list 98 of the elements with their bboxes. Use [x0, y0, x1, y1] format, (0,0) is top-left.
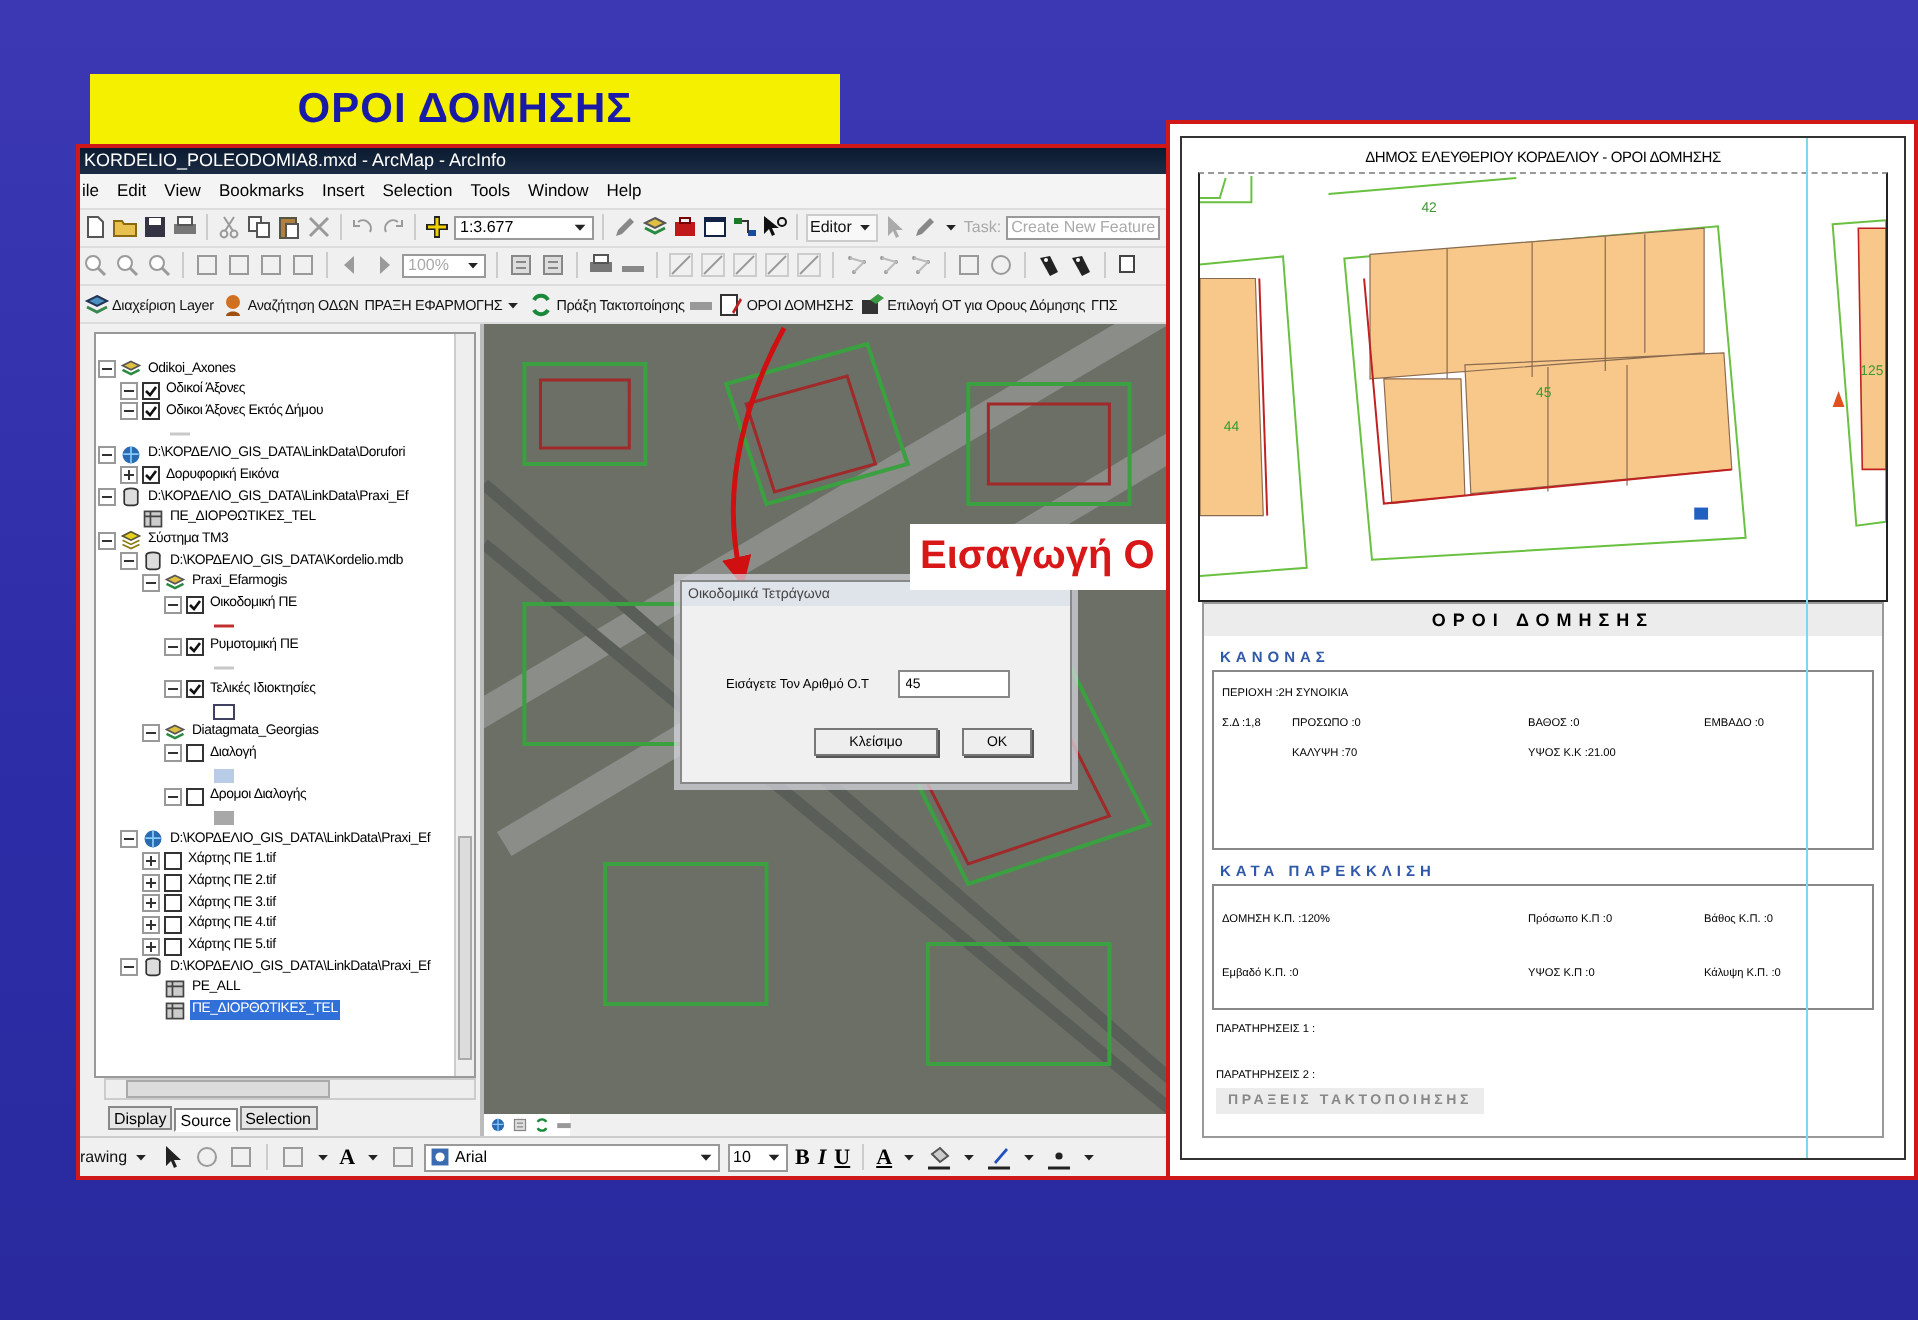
layers-icon: [84, 291, 110, 318]
magnifier-icon[interactable]: [82, 252, 108, 279]
expander-icon[interactable]: [164, 595, 182, 614]
callout-text: Εισαγωγή Ο: [920, 534, 1155, 580]
menu-item[interactable]: Selection: [380, 180, 455, 201]
expander-icon[interactable]: [142, 894, 160, 913]
expander-icon[interactable]: [142, 851, 160, 870]
tab[interactable]: Display: [108, 1106, 173, 1131]
menu-item[interactable]: Help: [604, 180, 644, 201]
editor-menu[interactable]: Editor: [806, 213, 878, 242]
task-label: Task:: [963, 218, 1002, 237]
checkbox[interactable]: [164, 873, 182, 892]
font-size-field[interactable]: 10: [727, 1143, 788, 1172]
magnifier-icon[interactable]: [146, 252, 172, 279]
expander-icon[interactable]: [142, 873, 160, 892]
expander-icon[interactable]: [120, 552, 138, 571]
table-icon: [142, 505, 164, 532]
expander-icon[interactable]: [120, 830, 138, 849]
tag-icon[interactable]: [1068, 252, 1094, 279]
menu-item[interactable]: View: [162, 180, 203, 201]
expander-icon[interactable]: [120, 381, 138, 400]
save-icon[interactable]: [142, 214, 168, 241]
expander-icon[interactable]: [142, 915, 160, 934]
pencil-icon[interactable]: [911, 214, 938, 241]
new-file-icon[interactable]: [82, 214, 108, 241]
expander-icon[interactable]: [120, 402, 138, 421]
cycle-icon: [528, 291, 555, 318]
expander-icon[interactable]: [164, 637, 182, 656]
page-icon[interactable]: [508, 252, 534, 279]
checkbox[interactable]: [164, 915, 182, 934]
magnifier-icon[interactable]: [114, 252, 140, 279]
menu-item[interactable]: Window: [526, 180, 591, 201]
scale-field[interactable]: 1:3.677: [454, 215, 594, 240]
style-button[interactable]: I: [817, 1145, 827, 1170]
tag-icon[interactable]: [1036, 252, 1062, 279]
expander-icon[interactable]: [98, 488, 116, 507]
fill-color-icon[interactable]: [926, 1144, 953, 1171]
slide-title: ΟΡΟΙ ΔΟΜΗΣΗΣ: [297, 85, 633, 133]
checkbox[interactable]: [164, 894, 182, 913]
expander-icon[interactable]: [120, 958, 138, 977]
font-color-button[interactable]: A: [876, 1145, 893, 1170]
expander-icon[interactable]: [98, 360, 116, 379]
page-icon[interactable]: [540, 252, 566, 279]
expander-icon[interactable]: [142, 937, 160, 956]
checkbox[interactable]: [186, 637, 204, 656]
checkbox[interactable]: [142, 402, 160, 421]
checkbox[interactable]: [164, 937, 182, 956]
checkbox[interactable]: [186, 744, 204, 763]
menu-item[interactable]: ile: [80, 180, 102, 201]
scrollbar[interactable]: [454, 334, 474, 1077]
scrollbar[interactable]: [104, 1078, 476, 1101]
text-tool[interactable]: A: [339, 1145, 356, 1170]
expander-icon[interactable]: [98, 531, 116, 550]
checkbox[interactable]: [186, 787, 204, 806]
table-icon: [164, 997, 186, 1024]
expander-icon[interactable]: [142, 723, 160, 742]
database-icon: [142, 548, 164, 575]
folder-icon[interactable]: [112, 214, 138, 241]
checkbox[interactable]: [186, 595, 204, 614]
expander-icon[interactable]: [142, 573, 160, 592]
database-icon: [120, 484, 142, 511]
expander-icon[interactable]: [120, 466, 138, 485]
checkbox[interactable]: [164, 851, 182, 870]
copy-icon[interactable]: [246, 214, 272, 241]
checkbox[interactable]: [142, 466, 160, 485]
style-button[interactable]: U: [834, 1145, 851, 1170]
select-icon: [859, 291, 886, 318]
font-icon: [429, 1144, 450, 1171]
expander-icon[interactable]: [164, 680, 182, 699]
database-icon: [142, 954, 164, 981]
menu-item[interactable]: Bookmarks: [216, 180, 306, 201]
table-icon: [164, 975, 186, 1002]
menu-item[interactable]: Insert: [319, 180, 367, 201]
checkbox[interactable]: [186, 680, 204, 699]
model-icon[interactable]: [732, 214, 758, 241]
menu-item[interactable]: Tools: [468, 180, 513, 201]
expander-icon[interactable]: [98, 445, 116, 464]
window-icon[interactable]: [702, 214, 728, 241]
help-cursor-icon[interactable]: [762, 214, 788, 241]
pencil-icon[interactable]: [612, 214, 638, 241]
expander-icon[interactable]: [164, 744, 182, 763]
style-button[interactable]: B: [795, 1145, 810, 1170]
tab[interactable]: Selection: [239, 1106, 318, 1131]
font-field[interactable]: Arial: [423, 1143, 720, 1172]
add-data-icon[interactable]: [424, 214, 450, 241]
document-pencil-icon: [718, 291, 745, 318]
line-color-icon[interactable]: [986, 1144, 1013, 1171]
globe-icon: [142, 826, 164, 853]
report-title: ΟΡΟΙ ΔΟΜΗΣΗΣ: [1204, 604, 1882, 636]
menu-item[interactable]: Edit: [115, 180, 149, 201]
globe-icon: [120, 441, 142, 468]
expander-icon[interactable]: [164, 787, 182, 806]
drawing-menu[interactable]: rawing: [80, 1144, 152, 1171]
layers-icon: [120, 527, 142, 554]
tab[interactable]: Source: [174, 1108, 238, 1133]
toolbox-icon[interactable]: [672, 214, 698, 241]
paste-icon[interactable]: [276, 214, 302, 241]
checkbox[interactable]: [142, 381, 160, 400]
